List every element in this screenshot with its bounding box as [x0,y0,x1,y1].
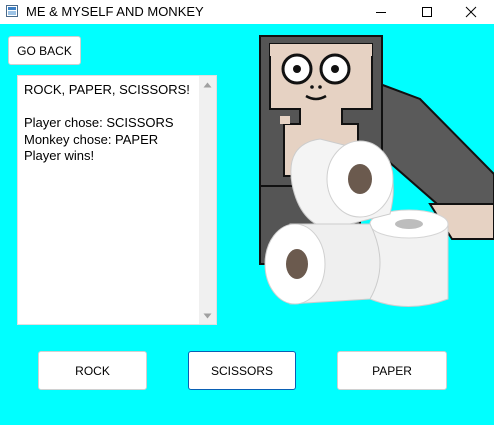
game-log-content: ROCK, PAPER, SCISSORS! Player chose: SCI… [24,82,200,165]
minimize-button[interactable] [358,0,404,24]
close-icon [465,6,477,18]
game-log-line: ROCK, PAPER, SCISSORS! [24,82,190,97]
rock-button[interactable]: ROCK [38,351,147,390]
game-log-line: Monkey chose: PAPER [24,131,159,147]
vertical-scrollbar[interactable] [199,76,216,324]
game-log-line: Player wins! [24,148,95,163]
scroll-up-arrow-icon [203,82,212,87]
go-back-button[interactable]: GO BACK [8,36,81,65]
game-log-line [24,99,200,116]
scissors-button[interactable]: SCISSORS [188,351,296,390]
scroll-down-arrow-icon [203,313,212,318]
maximize-button[interactable] [404,0,450,24]
minimize-icon [376,12,386,13]
game-log-textarea[interactable]: ROCK, PAPER, SCISSORS! Player chose: SCI… [17,75,217,325]
title-bar: ME & MYSELF AND MONKEY [0,0,494,24]
scroll-down-button[interactable] [199,307,216,324]
app-icon [6,5,18,17]
window-title: ME & MYSELF AND MONKEY [26,4,204,19]
close-button[interactable] [448,0,494,24]
scroll-up-button[interactable] [199,76,216,93]
app-window: ME & MYSELF AND MONKEY GO BACK ROCK, PAP… [0,0,494,425]
maximize-icon [422,7,432,17]
game-log-line: Player chose: SCISSORS [24,115,174,130]
paper-button[interactable]: PAPER [337,351,447,390]
monkey-with-toilet-paper-icon [259,35,494,307]
